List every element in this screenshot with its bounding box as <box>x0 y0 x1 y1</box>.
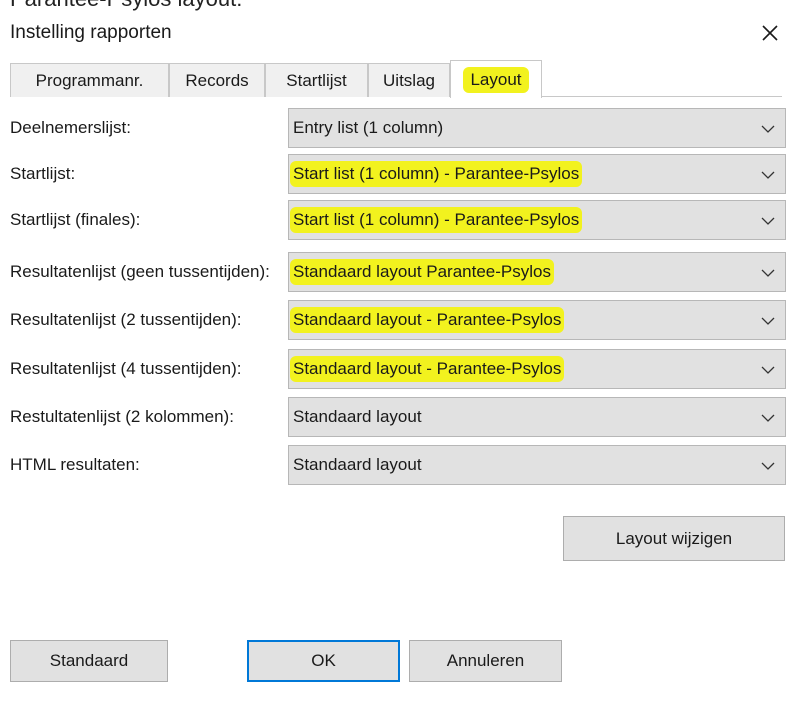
layout-wijzigen-button[interactable]: Layout wijzigen <box>563 516 785 561</box>
setting-label: Resultatenlijst (geen tussentijden): <box>10 262 270 281</box>
chevron-down-icon <box>761 269 775 277</box>
dialog-title: Instelling rapporten <box>10 22 172 43</box>
startlijst-finales-select[interactable]: Start list (1 column) - Parantee-Psylos <box>288 200 786 240</box>
select-value: Standaard layout - Parantee-Psylos <box>293 359 562 379</box>
setting-row-restultatenlijst-kolommen: Restultatenlijst (2 kolommen): Standaard… <box>0 394 790 440</box>
setting-label: Startlijst (finales): <box>10 210 141 229</box>
setting-label: Restultatenlijst (2 kolommen): <box>10 407 234 426</box>
close-icon <box>762 25 778 41</box>
setting-label: Deelnemerslijst: <box>10 118 131 137</box>
setting-row-resultatenlijst-2: Resultatenlijst (2 tussentijden): Standa… <box>0 297 790 343</box>
select-value: Standaard layout <box>293 407 422 426</box>
select-value: Standaard layout Parantee-Psylos <box>293 262 551 282</box>
tab-records[interactable]: Records <box>169 63 265 97</box>
chevron-down-icon <box>761 171 775 179</box>
chevron-down-icon <box>761 366 775 374</box>
tab-label: Programmanr. <box>35 70 144 90</box>
select-value: Start list (1 column) - Parantee-Psylos <box>293 210 580 230</box>
tab-strip: Programmanr. Records Startlijst Uitslag … <box>10 59 782 98</box>
setting-row-startlijst: Startlijst: Start list (1 column) - Para… <box>0 151 790 197</box>
select-value: Standaard layout <box>293 455 422 474</box>
resultatenlijst-geen-select[interactable]: Standaard layout Parantee-Psylos <box>288 252 786 292</box>
cancel-button[interactable]: Annuleren <box>409 640 562 682</box>
chevron-down-icon <box>761 217 775 225</box>
setting-label: Resultatenlijst (2 tussentijden): <box>10 310 242 329</box>
standaard-button[interactable]: Standaard <box>10 640 168 682</box>
restultatenlijst-kolommen-select[interactable]: Standaard layout <box>288 397 786 437</box>
tab-label: Startlijst <box>286 70 347 90</box>
tab-programmanr[interactable]: Programmanr. <box>10 63 169 97</box>
chevron-down-icon <box>761 462 775 470</box>
setting-row-deelnemerslijst: Deelnemerslijst: Entry list (1 column) <box>0 105 790 151</box>
resultatenlijst-4-select[interactable]: Standaard layout - Parantee-Psylos <box>288 349 786 389</box>
tab-label: Uitslag <box>383 70 435 90</box>
html-resultaten-select[interactable]: Standaard layout <box>288 445 786 485</box>
resultatenlijst-2-select[interactable]: Standaard layout - Parantee-Psylos <box>288 300 786 340</box>
tab-startlijst[interactable]: Startlijst <box>265 63 368 97</box>
setting-row-html-resultaten: HTML resultaten: Standaard layout <box>0 442 790 488</box>
chevron-down-icon <box>761 125 775 133</box>
close-button[interactable] <box>756 16 784 50</box>
select-value: Standaard layout - Parantee-Psylos <box>293 310 562 330</box>
chevron-down-icon <box>761 414 775 422</box>
select-value: Start list (1 column) - Parantee-Psylos <box>293 164 580 184</box>
setting-row-resultatenlijst-geen: Resultatenlijst (geen tussentijden): Sta… <box>0 249 790 295</box>
tab-layout[interactable]: Layout <box>450 60 542 98</box>
startlijst-select[interactable]: Start list (1 column) - Parantee-Psylos <box>288 154 786 194</box>
setting-label: HTML resultaten: <box>10 455 140 474</box>
deelnemerslijst-select[interactable]: Entry list (1 column) <box>288 108 786 148</box>
tab-label: Records <box>185 70 249 90</box>
setting-label: Startlijst: <box>10 164 76 183</box>
tab-label: Layout <box>466 69 526 90</box>
chevron-down-icon <box>761 317 775 325</box>
select-value: Entry list (1 column) <box>293 118 444 137</box>
tab-uitslag[interactable]: Uitslag <box>368 63 450 97</box>
setting-label: Resultatenlijst (4 tussentijden): <box>10 359 242 378</box>
cut-off-caption: Parantee-Psylos layout: <box>10 0 242 12</box>
setting-row-startlijst-finales: Startlijst (finales): Start list (1 colu… <box>0 197 790 243</box>
ok-button[interactable]: OK <box>247 640 400 682</box>
setting-row-resultatenlijst-4: Resultatenlijst (4 tussentijden): Standa… <box>0 346 790 392</box>
